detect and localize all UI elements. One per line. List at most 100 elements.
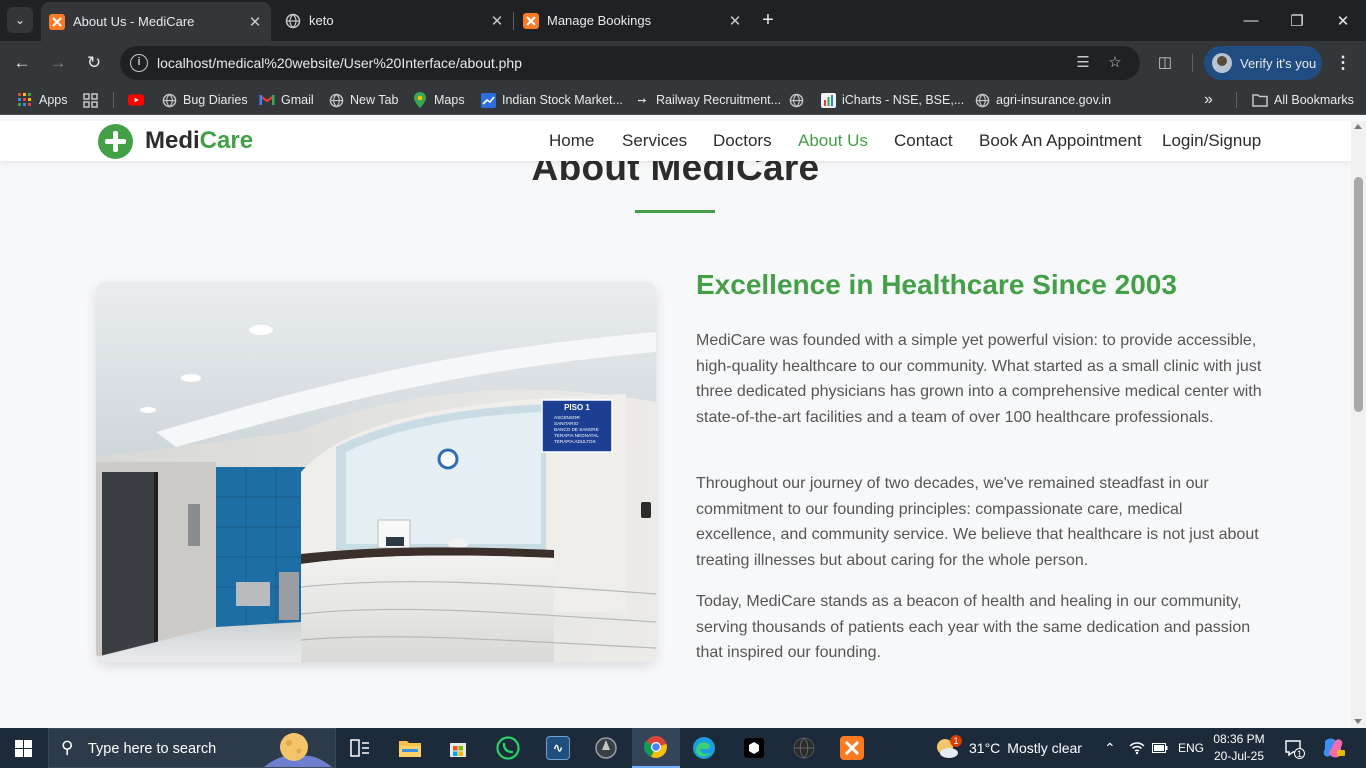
nav-doctors[interactable]: Doctors [713,131,772,151]
address-bar[interactable]: i localhost/medical%20website/User%20Int… [120,46,1140,80]
xampp-favicon-icon [49,13,65,30]
xampp-favicon-icon [523,12,539,29]
close-window-icon[interactable]: ✕ [1320,0,1366,41]
nav-book-appointment[interactable]: Book An Appointment [979,131,1142,151]
browser-menu-icon[interactable]: ⋮ [1332,51,1354,75]
bookmark-label: Railway Recruitment... [656,93,782,107]
bookmark-railway-recruitment[interactable]: ➙ Railway Recruitment... [634,91,781,109]
stock-icon [480,92,496,108]
reload-icon[interactable]: ↻ [81,50,107,76]
tab-keto[interactable]: keto ✕ [277,0,513,41]
bookmark-icharts[interactable]: iCharts - NSE, BSE,... [820,91,964,109]
app-globe-dark-icon[interactable] [780,728,828,768]
taskbar-clock[interactable]: 08:36 PM 20-Jul-25 [1206,731,1272,765]
task-view-icon[interactable] [336,728,384,768]
svg-text:PISO 1: PISO 1 [564,403,590,412]
taskbar-search-box[interactable]: ⚲ Type here to search [48,728,336,768]
url-text[interactable]: localhost/medical%20website/User%20Inter… [157,55,522,71]
language-indicator[interactable]: ENG [1178,728,1204,768]
nav-about-us[interactable]: About Us [798,131,868,151]
search-highlight-moon-icon [264,733,332,767]
notification-center-icon[interactable]: 1 [1284,728,1305,768]
browser-tab-strip: ⌄ About Us - MediCare ✕ keto ✕ Manage Bo… [0,0,1366,41]
battery-icon[interactable] [1152,728,1168,768]
scroll-thumb[interactable] [1354,177,1363,412]
tab-search-chevron-icon[interactable]: ⌄ [7,7,33,33]
app-cube-icon[interactable] [730,728,778,768]
bookmark-star-icon[interactable]: ☆ [1105,53,1125,73]
bookmark-globe[interactable] [788,91,810,109]
nav-services[interactable]: Services [622,131,687,151]
tab-close-icon[interactable]: ✕ [725,12,745,30]
chrome-icon[interactable] [632,728,680,768]
page-scrollbar[interactable] [1351,121,1366,728]
taskbar-search-placeholder: Type here to search [88,741,217,757]
bookmark-agri-insurance[interactable]: agri-insurance.gov.in [974,91,1111,109]
medical-cross-logo-icon[interactable] [98,124,133,159]
tab-manage-bookings[interactable]: Manage Bookings ✕ [515,0,751,41]
tab-close-icon[interactable]: ✕ [245,13,265,31]
copilot-icon[interactable] [1321,728,1345,768]
all-bookmarks-button[interactable]: All Bookmarks [1252,91,1354,109]
nav-home[interactable]: Home [549,131,594,151]
tab-divider [513,12,514,30]
svg-text:BANCO DE SANGRE: BANCO DE SANGRE [554,427,599,432]
bookmark-label: Gmail [281,93,314,107]
bookmark-divider [1236,92,1237,108]
scroll-down-arrow-icon[interactable] [1354,719,1362,724]
page-viewport: About MediCare MediCare Home Services Do… [0,121,1351,728]
new-tab-plus-icon[interactable]: + [757,9,779,31]
wifi-icon[interactable] [1129,728,1145,768]
app-circle-icon[interactable] [582,728,630,768]
forward-arrow-icon[interactable]: → [45,50,71,76]
globe-icon [974,92,990,108]
apps-grid-icon [17,92,33,108]
bookmark-gmail[interactable]: Gmail [259,91,314,109]
weather-widget[interactable]: 1 31°C Mostly clear [935,728,1082,768]
back-arrow-icon[interactable]: ← [9,50,35,76]
site-header: MediCare Home Services Doctors About Us … [0,121,1351,161]
nav-contact[interactable]: Contact [894,131,953,151]
profile-verify-button[interactable]: Verify it's you [1204,46,1322,80]
about-paragraph-3: Today, MediCare stands as a beacon of he… [696,593,1251,662]
tab-close-icon[interactable]: ✕ [487,12,507,30]
profile-avatar [1212,53,1232,73]
mysql-workbench-icon[interactable]: ∿ [534,728,582,768]
bookmark-youtube[interactable] [128,91,150,109]
hospital-reception-image: PISO 1 ASCENSOR SANITARIO BANCO DE SANGR… [96,282,656,662]
about-heading: Excellence in Healthcare Since 2003 [696,269,1177,300]
windows-start-icon[interactable] [15,740,32,757]
extensions-puzzle-icon[interactable]: ◫ [1155,53,1175,73]
whatsapp-icon[interactable] [484,728,532,768]
bookmark-apps[interactable]: Apps [17,91,68,109]
tab-groups-icon[interactable] [82,91,104,109]
more-bookmarks-chevron-icon[interactable]: » [1204,91,1213,109]
title-underline [635,210,715,213]
site-info-icon[interactable]: i [130,54,148,72]
svg-text:TERAPIA ADULTOS: TERAPIA ADULTOS [554,439,596,444]
tab-title: keto [309,13,334,28]
bookmark-maps[interactable]: Maps [412,91,465,109]
file-explorer-icon[interactable] [386,728,434,768]
xampp-icon[interactable] [828,728,876,768]
microsoft-store-icon[interactable] [434,728,482,768]
tab-title: About Us - MediCare [73,14,195,29]
windows-taskbar: ⚲ Type here to search ∿ 1 31°C Mostly cl… [0,728,1366,768]
tray-chevron-up-icon[interactable]: ⌃ [1104,728,1116,768]
maps-pin-icon [412,92,428,108]
scroll-up-arrow-icon[interactable] [1354,124,1362,129]
bookmark-bug-diaries[interactable]: Bug Diaries [161,91,248,109]
railway-icon: ➙ [637,94,647,107]
about-paragraph-1: MediCare was founded with a simple yet p… [696,332,1262,427]
tab-about-us[interactable]: About Us - MediCare ✕ [41,2,271,41]
all-bookmarks-label: All Bookmarks [1274,93,1354,107]
icharts-icon [820,92,836,108]
nav-login-signup[interactable]: Login/Signup [1162,131,1261,151]
bookmark-indian-stock-market[interactable]: Indian Stock Market... [480,91,623,109]
minimize-icon[interactable]: — [1228,0,1274,41]
translate-icon[interactable]: ☰ [1073,53,1093,73]
site-logo[interactable]: MediCare [145,127,253,155]
restore-icon[interactable]: ❐ [1274,0,1320,41]
bookmark-new-tab[interactable]: New Tab [328,91,398,109]
edge-icon[interactable] [680,728,728,768]
